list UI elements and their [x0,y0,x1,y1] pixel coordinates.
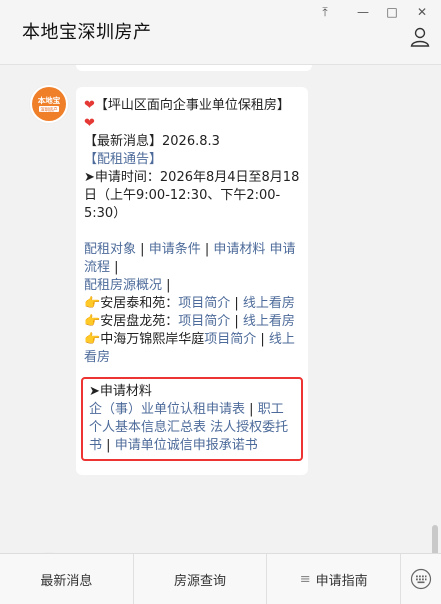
latest-news: 【最新消息】2026.8.3 [84,134,220,149]
avatar-brand-text: 本地宝 [37,95,61,105]
link-housing-overview[interactable]: 配租房源概况 [84,278,162,293]
chat-scrollbar[interactable] [432,525,438,553]
pin-icon: ⤒ [322,5,328,19]
link-eligible-targets[interactable]: 配租对象 [84,242,136,257]
project-name: 中海万锦熙岸华庭 [100,332,205,347]
info-links: 配租对象 | 申请条件 | 申请材料 申请流程 | [84,242,296,275]
link-conditions[interactable]: 申请条件 [149,242,201,257]
project-row: 👉中海万锦熙岸华庭项目简介 | 线上看房 [84,332,295,365]
profile-icon[interactable] [409,26,431,48]
maximize-button[interactable]: □ [382,4,402,20]
project-name: 安居泰和苑： [100,296,179,311]
official-account-avatar[interactable]: 本地宝 深圳房产 [30,85,68,123]
avatar-subtitle-text: 深圳房产 [40,106,57,113]
apply-time: ➤申请时间：2026年8月4日至8月18日（上午9:00-12:30、下午2:0… [84,170,300,221]
project-intro-link[interactable]: 项目简介 [204,332,256,347]
link-integrity-pledge[interactable]: 申请单位诚信申报承诺书 [115,438,258,453]
chat-area[interactable]: 本地宝 深圳房产 ❤【坪山区面向企事业单位保租房】❤ 【最新消息】2026.8.… [0,65,441,553]
arrow-icon: ➤ [84,170,95,185]
link-application-form[interactable]: 企（事）业单位认租申请表 [89,402,245,417]
minimize-icon: — [357,5,369,19]
materials-links: 企（事）业单位认租申请表 | 职工个人基本信息汇总表 法人授权委托书 | 申请单… [89,402,289,453]
project-row: 👉安居泰和苑：项目简介 | 线上看房 [84,296,295,311]
menu-application-guide[interactable]: ≡ 申请指南 [267,554,402,604]
project-intro-link[interactable]: 项目简介 [178,314,230,329]
pin-button[interactable]: ⤒ [315,4,335,20]
menu-list-icon: ≡ [299,571,311,587]
materials-highlight-box: ➤申请材料 企（事）业单位认租申请表 | 职工个人基本信息汇总表 法人授权委托书… [81,377,303,461]
project-view-link[interactable]: 线上看房 [243,296,295,311]
heart-icon: ❤ [84,116,95,131]
chat-title: 本地宝深圳房产 [22,22,152,43]
maximize-icon: □ [386,5,398,19]
link-materials[interactable]: 申请材料 [213,242,265,257]
project-name: 安居盘龙苑： [100,314,179,329]
keyboard-icon [410,568,432,590]
message-title: ❤【坪山区面向企事业单位保租房】❤ [84,98,290,131]
message-bubble: ❤【坪山区面向企事业单位保租房】❤ 【最新消息】2026.8.3 【配租通告】 … [76,87,308,475]
close-icon: ✕ [416,5,428,19]
project-intro-link[interactable]: 项目简介 [178,296,230,311]
minimize-button[interactable]: — [353,4,373,20]
project-view-link[interactable]: 线上看房 [243,314,295,329]
heart-icon: ❤ [84,98,95,113]
title-bar: 本地宝深圳房产 ⤒ — □ ✕ [0,0,441,65]
arrow-icon: ➤ [89,384,100,399]
menu-housing-search[interactable]: 房源查询 [134,554,268,604]
pointing-hand-icon: 👉 [84,296,101,311]
bottom-menu: 最新消息 房源查询 ≡ 申请指南 [0,553,441,604]
close-button[interactable]: ✕ [412,4,432,20]
overview-row: 配租房源概况 | [84,278,171,293]
notice-link[interactable]: 【配租通告】 [84,151,300,169]
pointing-hand-icon: 👉 [84,332,101,347]
pointing-hand-icon: 👉 [84,314,101,329]
keyboard-toggle-button[interactable] [401,554,441,604]
project-row: 👉安居盘龙苑：项目简介 | 线上看房 [84,314,295,329]
previous-message-bubble [76,65,312,71]
materials-heading: ➤申请材料 [89,384,152,399]
menu-latest-news[interactable]: 最新消息 [0,554,134,604]
